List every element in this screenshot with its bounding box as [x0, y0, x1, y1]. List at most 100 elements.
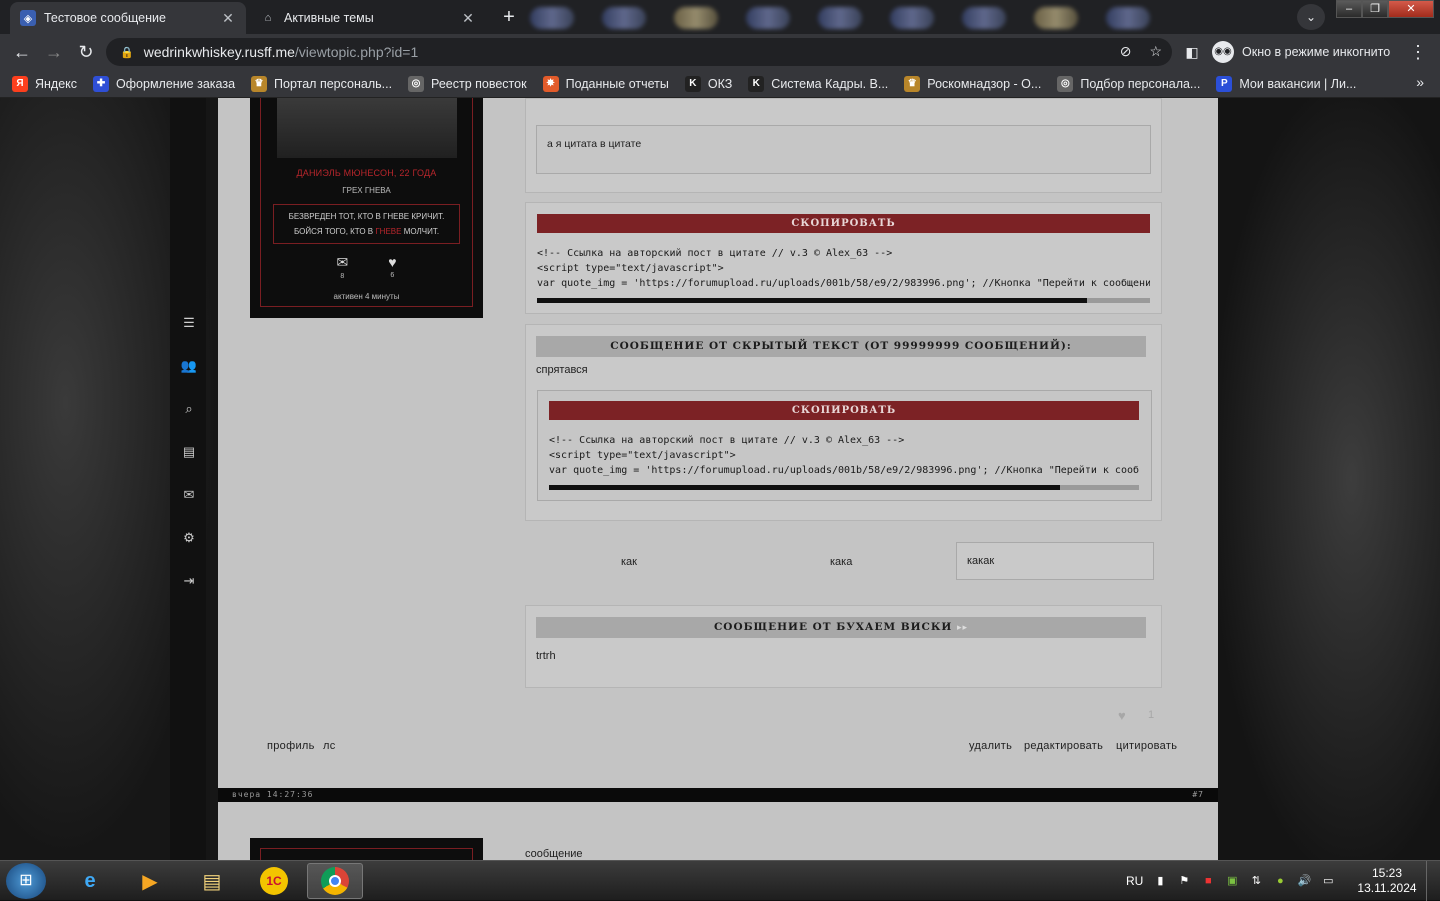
likes-stat[interactable]: ♥ 6	[388, 254, 396, 280]
blurred-tab[interactable]	[674, 7, 718, 29]
close-tab-icon[interactable]: ✕	[220, 10, 236, 27]
menu-icon[interactable]: ☰	[180, 314, 198, 332]
media-icon[interactable]: ▶	[122, 863, 178, 899]
network-icon[interactable]: ⇅	[1249, 874, 1263, 888]
blurred-tab[interactable]	[1034, 7, 1078, 29]
profile-link[interactable]: профиль	[267, 740, 315, 752]
explorer-icon[interactable]: ▤	[184, 863, 240, 899]
web-page: ☰ 👥 ⌕ ▤ ✉ ⚙ ⇥ ДАНИЭЛЬ МЮНЕСОН, 22 ГОДА Г…	[0, 98, 1440, 860]
edit-link[interactable]: редактировать	[1024, 740, 1103, 752]
close-window-button[interactable]: ✕	[1388, 0, 1434, 18]
nested-quote-text: а я цитата в цитате	[547, 138, 642, 150]
post-content: ДАНИЭЛЬ МЮНЕСОН, 22 ГОДА ГРЕХ ГНЕВА БЕЗВ…	[218, 98, 1218, 788]
minimize-button[interactable]: –	[1336, 0, 1362, 18]
mail-icon[interactable]: ✉	[180, 486, 198, 504]
menu-kebab-icon[interactable]: ⋮	[1406, 40, 1430, 64]
code-block-nested: СКОПИРОВАТЬ <!-- Ссылка на авторский пос…	[537, 390, 1152, 501]
bookmark-star-icon[interactable]: ☆	[1149, 43, 1162, 60]
settings-icon[interactable]: ⚙	[180, 529, 198, 547]
clock[interactable]: 15:23 13.11.2024	[1352, 866, 1422, 896]
quote-text: trtrh	[536, 650, 556, 662]
blurred-tab[interactable]	[602, 7, 646, 29]
messages-stat[interactable]: ✉ 8	[336, 254, 348, 280]
tab-active[interactable]: ◈ Тестовое сообщение ✕	[10, 2, 246, 34]
blurred-tab[interactable]	[530, 7, 574, 29]
tab-inactive[interactable]: ⌂ Активные темы ✕	[250, 2, 486, 34]
profile-quote: БЕЗВРЕДЕН ТОТ, КТО В ГНЕВЕ КРИЧИТ. БОЙСЯ…	[273, 204, 460, 244]
bookmark-item[interactable]: P Мои вакансии | Ли...	[1216, 75, 1356, 92]
bookmark-label: Поданные отчеты	[565, 76, 669, 91]
post-number[interactable]: #7	[1192, 790, 1204, 799]
new-tab-button[interactable]: +	[495, 4, 523, 30]
bookmark-item[interactable]: ♛ Портал персональ...	[251, 75, 392, 92]
bookmark-item[interactable]: Я Яндекс	[12, 75, 78, 92]
logout-icon[interactable]: ⇥	[180, 572, 198, 590]
chrome-icon[interactable]	[307, 863, 363, 899]
antivirus-icon[interactable]: ■	[1201, 874, 1215, 888]
blurred-tab[interactable]	[890, 7, 934, 29]
usb-icon[interactable]: ▮	[1153, 874, 1167, 888]
copy-button[interactable]: СКОПИРОВАТЬ	[537, 214, 1150, 233]
side-panel-icon[interactable]: ◧	[1180, 40, 1204, 64]
gpu-icon[interactable]: ▣	[1225, 874, 1239, 888]
blurred-tab[interactable]	[1106, 7, 1150, 29]
bookmark-item[interactable]: ♛ Роскомнадзор - О...	[904, 75, 1041, 92]
display-icon[interactable]: ▭	[1321, 874, 1335, 888]
copy-button[interactable]: СКОПИРОВАТЬ	[549, 401, 1139, 420]
profile-card-icon[interactable]: ▤	[180, 443, 198, 461]
bookmark-item[interactable]: ◎ Реестр повесток	[408, 75, 527, 92]
start-icon[interactable]: ⊞	[6, 863, 46, 899]
users-icon[interactable]: 👥	[180, 357, 198, 375]
1c-icon[interactable]: 1С	[246, 863, 302, 899]
table-cell-box: какак	[956, 542, 1154, 580]
tracking-blocked-icon[interactable]: ⊘	[1120, 43, 1132, 60]
update-icon[interactable]: ●	[1273, 874, 1287, 888]
bookmark-item[interactable]: ✸ Поданные отчеты	[542, 75, 669, 92]
address-bar[interactable]: 🔒 wedrinkwhiskey.rusff.me/viewtopic.php?…	[106, 38, 1172, 66]
blurred-tab[interactable]	[818, 7, 862, 29]
back-icon[interactable]: ←	[10, 40, 34, 64]
bookmark-item[interactable]: K ОКЗ	[684, 75, 732, 92]
maximize-button[interactable]: ❐	[1362, 0, 1388, 18]
jump-to-post-icon[interactable]: ▸▸	[957, 623, 968, 633]
profile-stats: ✉ 8 ♥ 6	[250, 254, 483, 280]
code-text[interactable]: <!-- Ссылка на авторский пост в цитате /…	[549, 433, 1139, 478]
more-bookmarks-icon[interactable]: »	[1416, 74, 1424, 90]
incognito-icon: ◉◉	[1212, 41, 1234, 63]
bookmark-item[interactable]: ✚ Оформление заказа	[93, 75, 235, 92]
close-tab-icon[interactable]: ✕	[460, 10, 476, 27]
search-icon[interactable]: ⌕	[180, 400, 198, 418]
code-scrollbar[interactable]	[549, 485, 1139, 490]
reload-icon[interactable]: ↻	[74, 40, 98, 64]
pm-link[interactable]: лс	[323, 740, 336, 752]
language-indicator[interactable]: RU	[1126, 874, 1143, 888]
show-desktop-button[interactable]	[1426, 861, 1440, 901]
profile-name[interactable]: ДАНИЭЛЬ МЮНЕСОН, 22 ГОДА	[250, 168, 483, 178]
avatar[interactable]	[277, 98, 457, 158]
taskbar: ⊞ e ▶ ▤ 1С RU ▮ ⚑ ■ ▣ ⇅ ● 🔊 ▭ 15:23 13.1…	[0, 860, 1440, 901]
lock-icon[interactable]: 🔒	[120, 46, 134, 59]
quote-block: а я цитата в цитате	[525, 98, 1162, 193]
forward-icon[interactable]: →	[42, 40, 66, 64]
code-text[interactable]: <!-- Ссылка на авторский пост в цитате /…	[537, 246, 1150, 291]
post-time[interactable]: вчера 14:27:36	[232, 790, 313, 799]
tab-search-icon[interactable]: ⌄	[1297, 4, 1325, 30]
blurred-tab[interactable]	[746, 7, 790, 29]
bookmark-item[interactable]: K Система Кадры. В...	[748, 75, 888, 92]
incognito-badge[interactable]: ◉◉ Окно в режиме инкогнито	[1212, 38, 1390, 66]
tab-title: Активные темы	[284, 11, 374, 25]
ie-icon[interactable]: e	[62, 863, 118, 899]
delete-link[interactable]: удалить	[969, 740, 1012, 752]
flag-icon[interactable]: ⚑	[1177, 874, 1191, 888]
tab-title: Тестовое сообщение	[44, 11, 166, 25]
browser-toolbar: ← → ↻ 🔒 wedrinkwhiskey.rusff.me/viewtopi…	[0, 34, 1440, 70]
bookmark-item[interactable]: ◎ Подбор персонала...	[1057, 75, 1200, 92]
bookmark-label: Яндекс	[35, 76, 78, 91]
post-text: сообщение	[525, 848, 583, 860]
code-scrollbar[interactable]	[537, 298, 1150, 303]
profile-sin: ГРЕХ ГНЕВА	[342, 186, 391, 195]
heart-icon[interactable]: ♥	[1118, 708, 1126, 723]
quote-link[interactable]: цитировать	[1116, 740, 1177, 752]
volume-icon[interactable]: 🔊	[1297, 874, 1311, 888]
blurred-tab[interactable]	[962, 7, 1006, 29]
